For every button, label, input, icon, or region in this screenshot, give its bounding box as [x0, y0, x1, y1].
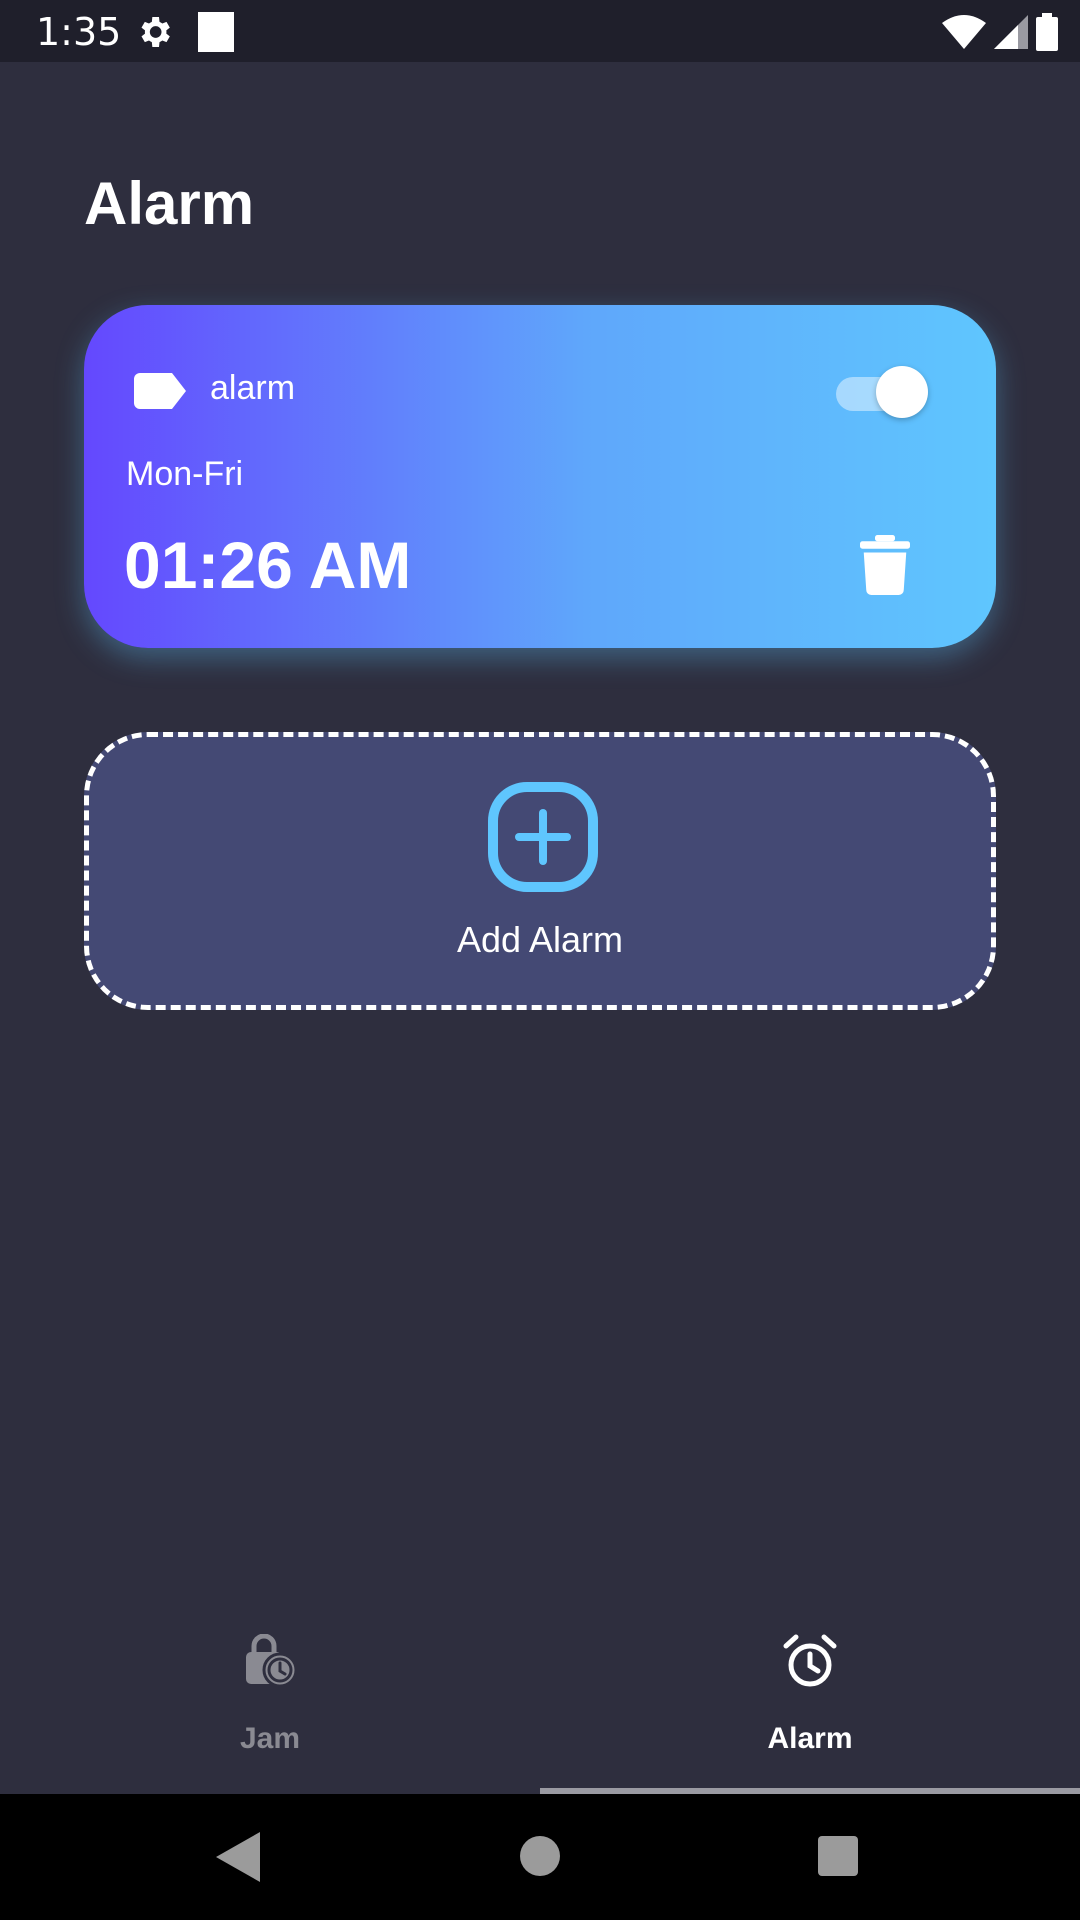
gear-icon — [141, 17, 170, 47]
alarm-clock-icon — [783, 1634, 837, 1687]
battery-icon — [1036, 13, 1058, 51]
status-time: 1:35 — [36, 10, 122, 54]
signal-icon — [994, 15, 1028, 49]
status-bar: 1:35 — [0, 0, 1080, 62]
alarm-label: alarm — [210, 369, 296, 407]
bottom-nav: Jam Alarm — [0, 1590, 1080, 1794]
recents-icon[interactable] — [818, 1836, 858, 1876]
notification-square-icon — [198, 12, 234, 52]
system-nav-bar — [0, 1794, 1080, 1920]
alarm-time: 01:26 AM — [124, 528, 412, 602]
home-icon[interactable] — [520, 1836, 560, 1876]
back-icon[interactable] — [216, 1832, 260, 1882]
alarm-toggle[interactable] — [832, 363, 932, 419]
lock-clock-icon — [246, 1634, 298, 1688]
nav-item-alarm[interactable]: Alarm — [540, 1590, 1080, 1794]
alarm-days: Mon-Fri — [126, 455, 244, 493]
alarm-card[interactable]: alarm Mon-Fri 01:26 AM — [84, 305, 996, 648]
page-title: Alarm — [84, 170, 255, 237]
nav-label-alarm: Alarm — [767, 1722, 853, 1755]
add-icon — [488, 782, 598, 892]
label-icon — [134, 373, 186, 409]
toggle-thumb — [876, 366, 928, 418]
status-icons — [942, 12, 1058, 52]
wifi-icon — [942, 15, 986, 49]
add-alarm-button[interactable]: Add Alarm — [84, 732, 996, 1010]
delete-icon[interactable] — [860, 535, 910, 595]
add-alarm-label: Add Alarm — [456, 919, 624, 960]
nav-item-jam[interactable]: Jam — [0, 1590, 540, 1794]
nav-label-jam: Jam — [239, 1722, 301, 1755]
